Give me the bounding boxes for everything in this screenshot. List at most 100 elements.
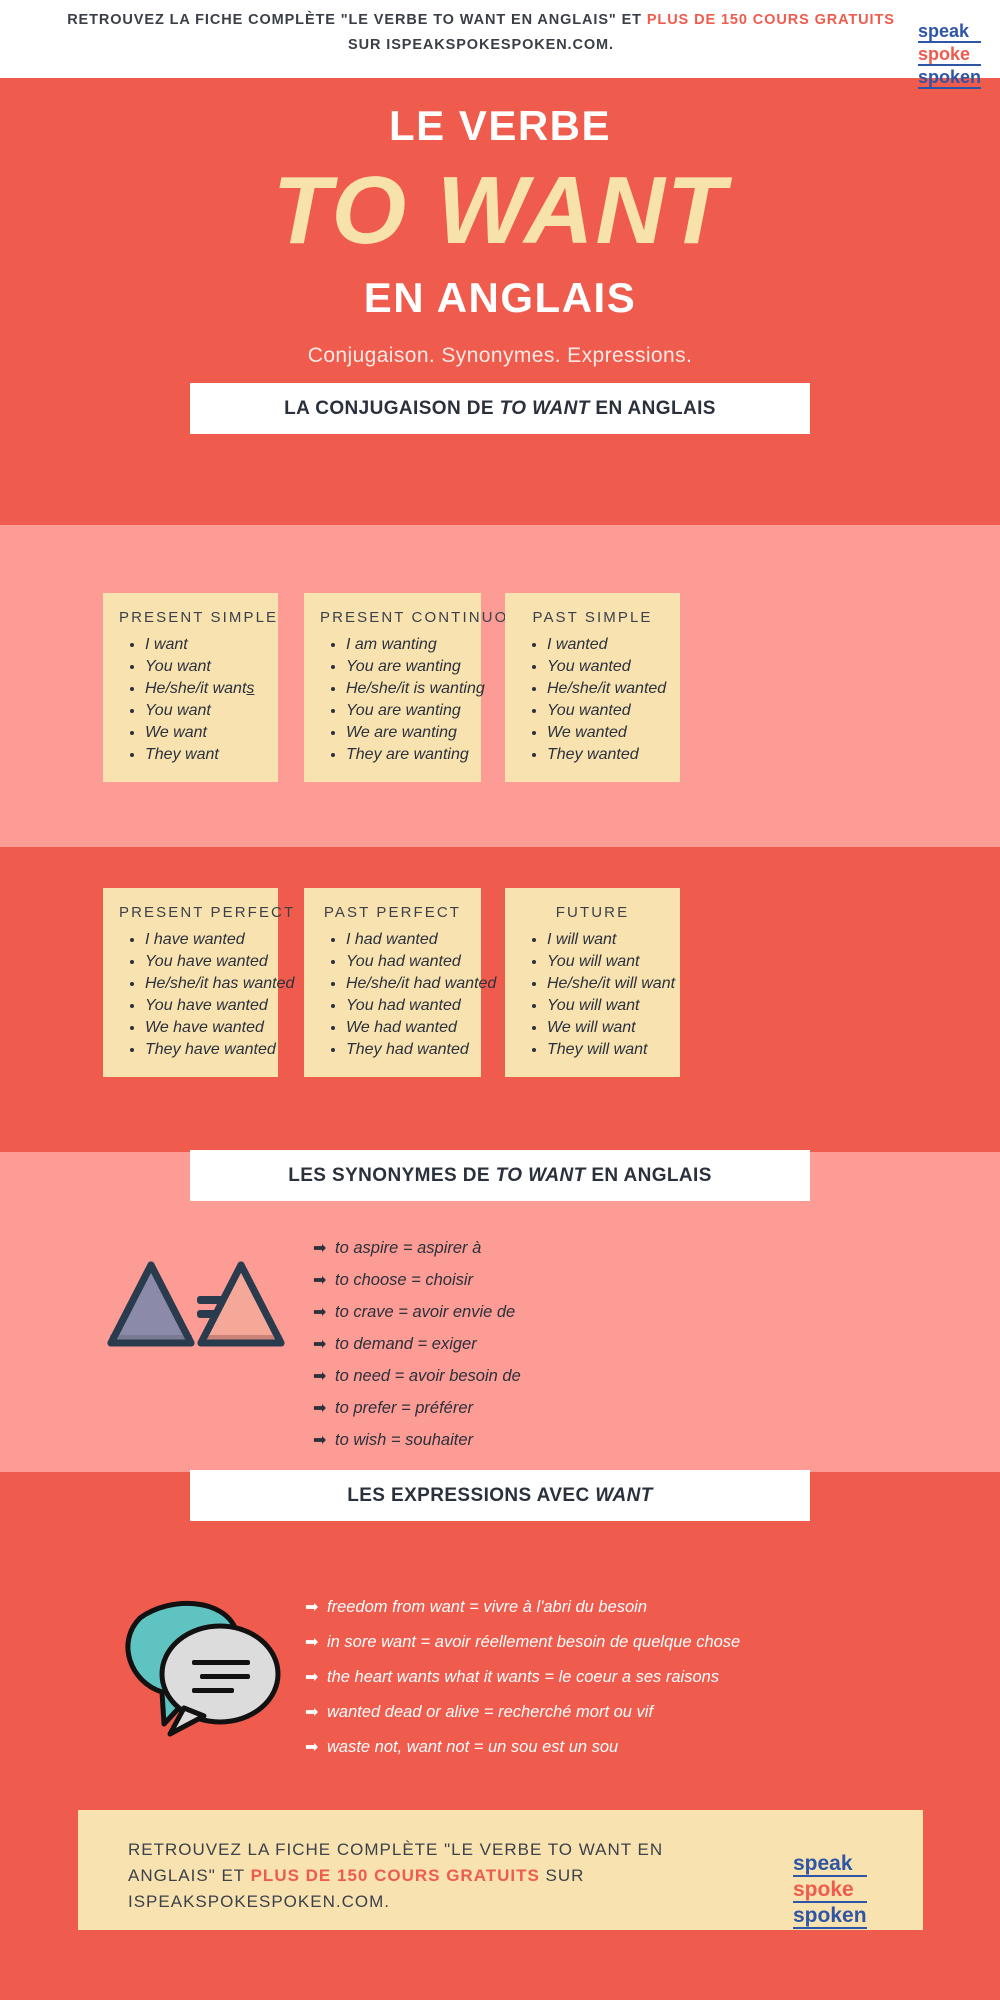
list-item: ➡ waste not, want not = un sou est un so… — [305, 1735, 905, 1760]
list-item: They wanted — [547, 744, 664, 766]
section-banner-synonymes: LES SYNONYMES DE TO WANT EN ANGLAIS — [190, 1150, 810, 1201]
list-item: We have wanted — [145, 1017, 264, 1039]
list-item: I wanted — [547, 634, 664, 656]
ispeakspokespoken-logo-footer[interactable]: speak spoke spoken — [793, 1832, 875, 1929]
top-header-line2-accent: DE 150 COURS GRATUITS — [694, 12, 895, 28]
banner-pre: LES SYNONYMES DE — [288, 1164, 496, 1186]
section-banner-conjugaison: LA CONJUGAISON DE TO WANT EN ANGLAIS — [190, 383, 810, 434]
list-item: ➡ freedom from want = vivre à l'abri du … — [305, 1595, 905, 1620]
list-item: They had wanted — [346, 1039, 469, 1061]
banner-post: EN ANGLAIS — [589, 397, 716, 419]
synonym-text: to wish = souhaiter — [335, 1431, 474, 1449]
list-item: ➡ the heart wants what it wants = le coe… — [305, 1665, 905, 1690]
arrow-right-icon: ➡ — [305, 1599, 319, 1616]
banner-post: EN ANGLAIS — [585, 1164, 712, 1186]
banner-emphasis: WANT — [595, 1484, 653, 1506]
logo-row-spoken: spoken — [793, 1904, 867, 1929]
top-header-bar: RETROUVEZ LA FICHE COMPLÈTE "LE VERBE TO… — [0, 0, 1000, 89]
footer-accent: PLUS DE 150 COURS GRATUITS — [250, 1866, 540, 1885]
list-item: I want — [145, 634, 262, 656]
synonym-text: to crave = avoir envie de — [335, 1303, 516, 1321]
arrow-right-icon: ➡ — [305, 1704, 319, 1721]
card-title: PRESENT SIMPLE — [119, 609, 279, 626]
list-item: I had wanted — [346, 929, 465, 951]
section-banner-conjugaison-text: LA CONJUGAISON DE TO WANT EN ANGLAIS — [284, 398, 716, 420]
section-banner-synonymes-text: LES SYNONYMES DE TO WANT EN ANGLAIS — [288, 1165, 712, 1187]
list-item: You have wanted — [145, 951, 268, 973]
list-item: You had wanted — [346, 995, 465, 1017]
list-item: You are wanting — [346, 700, 465, 722]
banner-emphasis: TO WANT — [495, 1164, 586, 1186]
card-title: PAST SIMPLE — [532, 609, 653, 626]
list-item: I am wanting — [346, 634, 465, 656]
list-item: You had wanted — [346, 951, 465, 973]
conjugation-card-present-simple: PRESENT SIMPLE I want You want He/she/it… — [103, 593, 278, 782]
speech-bubbles-icon — [112, 1600, 297, 1740]
hero-eyebrow: LE VERBE — [388, 102, 612, 149]
conjugation-list: I wanted You wanted He/she/it wanted You… — [521, 634, 666, 766]
section-banner-expressions-text: LES EXPRESSIONS AVEC WANT — [347, 1485, 653, 1507]
list-item: ➡ to crave = avoir envie de — [313, 1300, 733, 1325]
arrow-right-icon: ➡ — [305, 1739, 319, 1756]
conjugation-card-present-perfect: PRESENT PERFECT I have wanted You have w… — [103, 888, 296, 1077]
footer-text: RETROUVEZ LA FICHE COMPLÈTE "LE VERBE TO… — [128, 1837, 728, 1915]
list-item: They have wanted — [145, 1039, 276, 1061]
list-item: ➡ to aspire = aspirer à — [313, 1236, 733, 1261]
top-header-line2-plain: SUR ISPEAKSPOKESPOKEN.COM. — [348, 37, 614, 53]
list-item: He/she/it is wanting — [346, 678, 485, 700]
list-item: You want — [145, 700, 262, 722]
arrow-right-icon: ➡ — [313, 1400, 327, 1417]
expressions-list: ➡ freedom from want = vivre à l'abri du … — [305, 1595, 905, 1770]
list-item: They want — [145, 744, 262, 766]
list-item: ➡ to prefer = préférer — [313, 1396, 733, 1421]
top-header-text: RETROUVEZ LA FICHE COMPLÈTE "LE VERBE TO… — [56, 8, 906, 58]
list-item: ➡ to wish = souhaiter — [313, 1428, 733, 1453]
third-person-s-underline: s — [246, 680, 255, 697]
list-item: I have wanted — [145, 929, 262, 951]
arrow-right-icon: ➡ — [313, 1336, 327, 1353]
list-item: ➡ to demand = exiger — [313, 1332, 733, 1357]
conjugation-list: I want You want He/she/it wants You want… — [119, 634, 262, 766]
list-item: He/she/it will want — [547, 973, 675, 995]
list-item: We are wanting — [346, 722, 465, 744]
synonym-text: to demand = exiger — [335, 1335, 477, 1353]
ispeakspokespoken-logo-top[interactable]: speak spoke spoken — [918, 4, 990, 89]
synonym-text: to aspire = aspirer à — [335, 1239, 482, 1257]
list-item: They will want — [547, 1039, 664, 1061]
list-item: He/she/it had wanted — [346, 973, 496, 995]
list-item: You have wanted — [145, 995, 268, 1017]
banner-pre: LA CONJUGAISON DE — [284, 397, 500, 419]
conjugation-list: I had wanted You had wanted He/she/it ha… — [320, 929, 496, 1061]
arrow-right-icon: ➡ — [305, 1634, 319, 1651]
synonyms-list: ➡ to aspire = aspirer à ➡ to choose = ch… — [313, 1236, 733, 1460]
equal-triangles-icon — [105, 1255, 285, 1365]
list-item: He/she/it wanted — [547, 678, 666, 700]
card-title: PRESENT PERFECT — [119, 904, 296, 921]
list-item: You want — [145, 656, 262, 678]
arrow-right-icon: ➡ — [313, 1432, 327, 1449]
banner-emphasis: TO WANT — [499, 397, 590, 419]
conjugation-card-past-simple: PAST SIMPLE I wanted You wanted He/she/i… — [505, 593, 680, 782]
list-item: We will want — [547, 1017, 664, 1039]
list-item: ➡ to need = avoir besoin de — [313, 1364, 733, 1389]
list-item: You will want — [547, 995, 664, 1017]
hero-section: LE VERBE TO WANT EN ANGLAIS Conjugaison.… — [0, 78, 1000, 368]
card-title: PAST PERFECT — [323, 904, 462, 921]
conjugation-list: I will want You will want He/she/it will… — [521, 929, 675, 1061]
synonym-text: to prefer = préférer — [335, 1399, 474, 1417]
infographic-page: RETROUVEZ LA FICHE COMPLÈTE "LE VERBE TO… — [0, 0, 1000, 2000]
logo-row-spoke: spoke — [793, 1879, 867, 1903]
list-item: I will want — [547, 929, 664, 951]
expression-text: wanted dead or alive = recherché mort ou… — [327, 1703, 654, 1721]
page-title: TO WANT — [272, 157, 728, 264]
list-item: We had wanted — [346, 1017, 465, 1039]
list-item: We wanted — [547, 722, 664, 744]
expression-text: freedom from want = vivre à l'abri du be… — [327, 1598, 648, 1616]
logo-row-speak: speak — [793, 1853, 867, 1877]
conjugation-card-present-continuous: PRESENT CONTINUOUS I am wanting You are … — [304, 593, 531, 782]
card-title: FUTURE — [555, 904, 630, 921]
arrow-right-icon: ➡ — [305, 1669, 319, 1686]
arrow-right-icon: ➡ — [313, 1240, 327, 1257]
expression-text: the heart wants what it wants = le coeur… — [327, 1668, 720, 1686]
hero-subtitle: Conjugaison. Synonymes. Expressions. — [307, 343, 693, 367]
